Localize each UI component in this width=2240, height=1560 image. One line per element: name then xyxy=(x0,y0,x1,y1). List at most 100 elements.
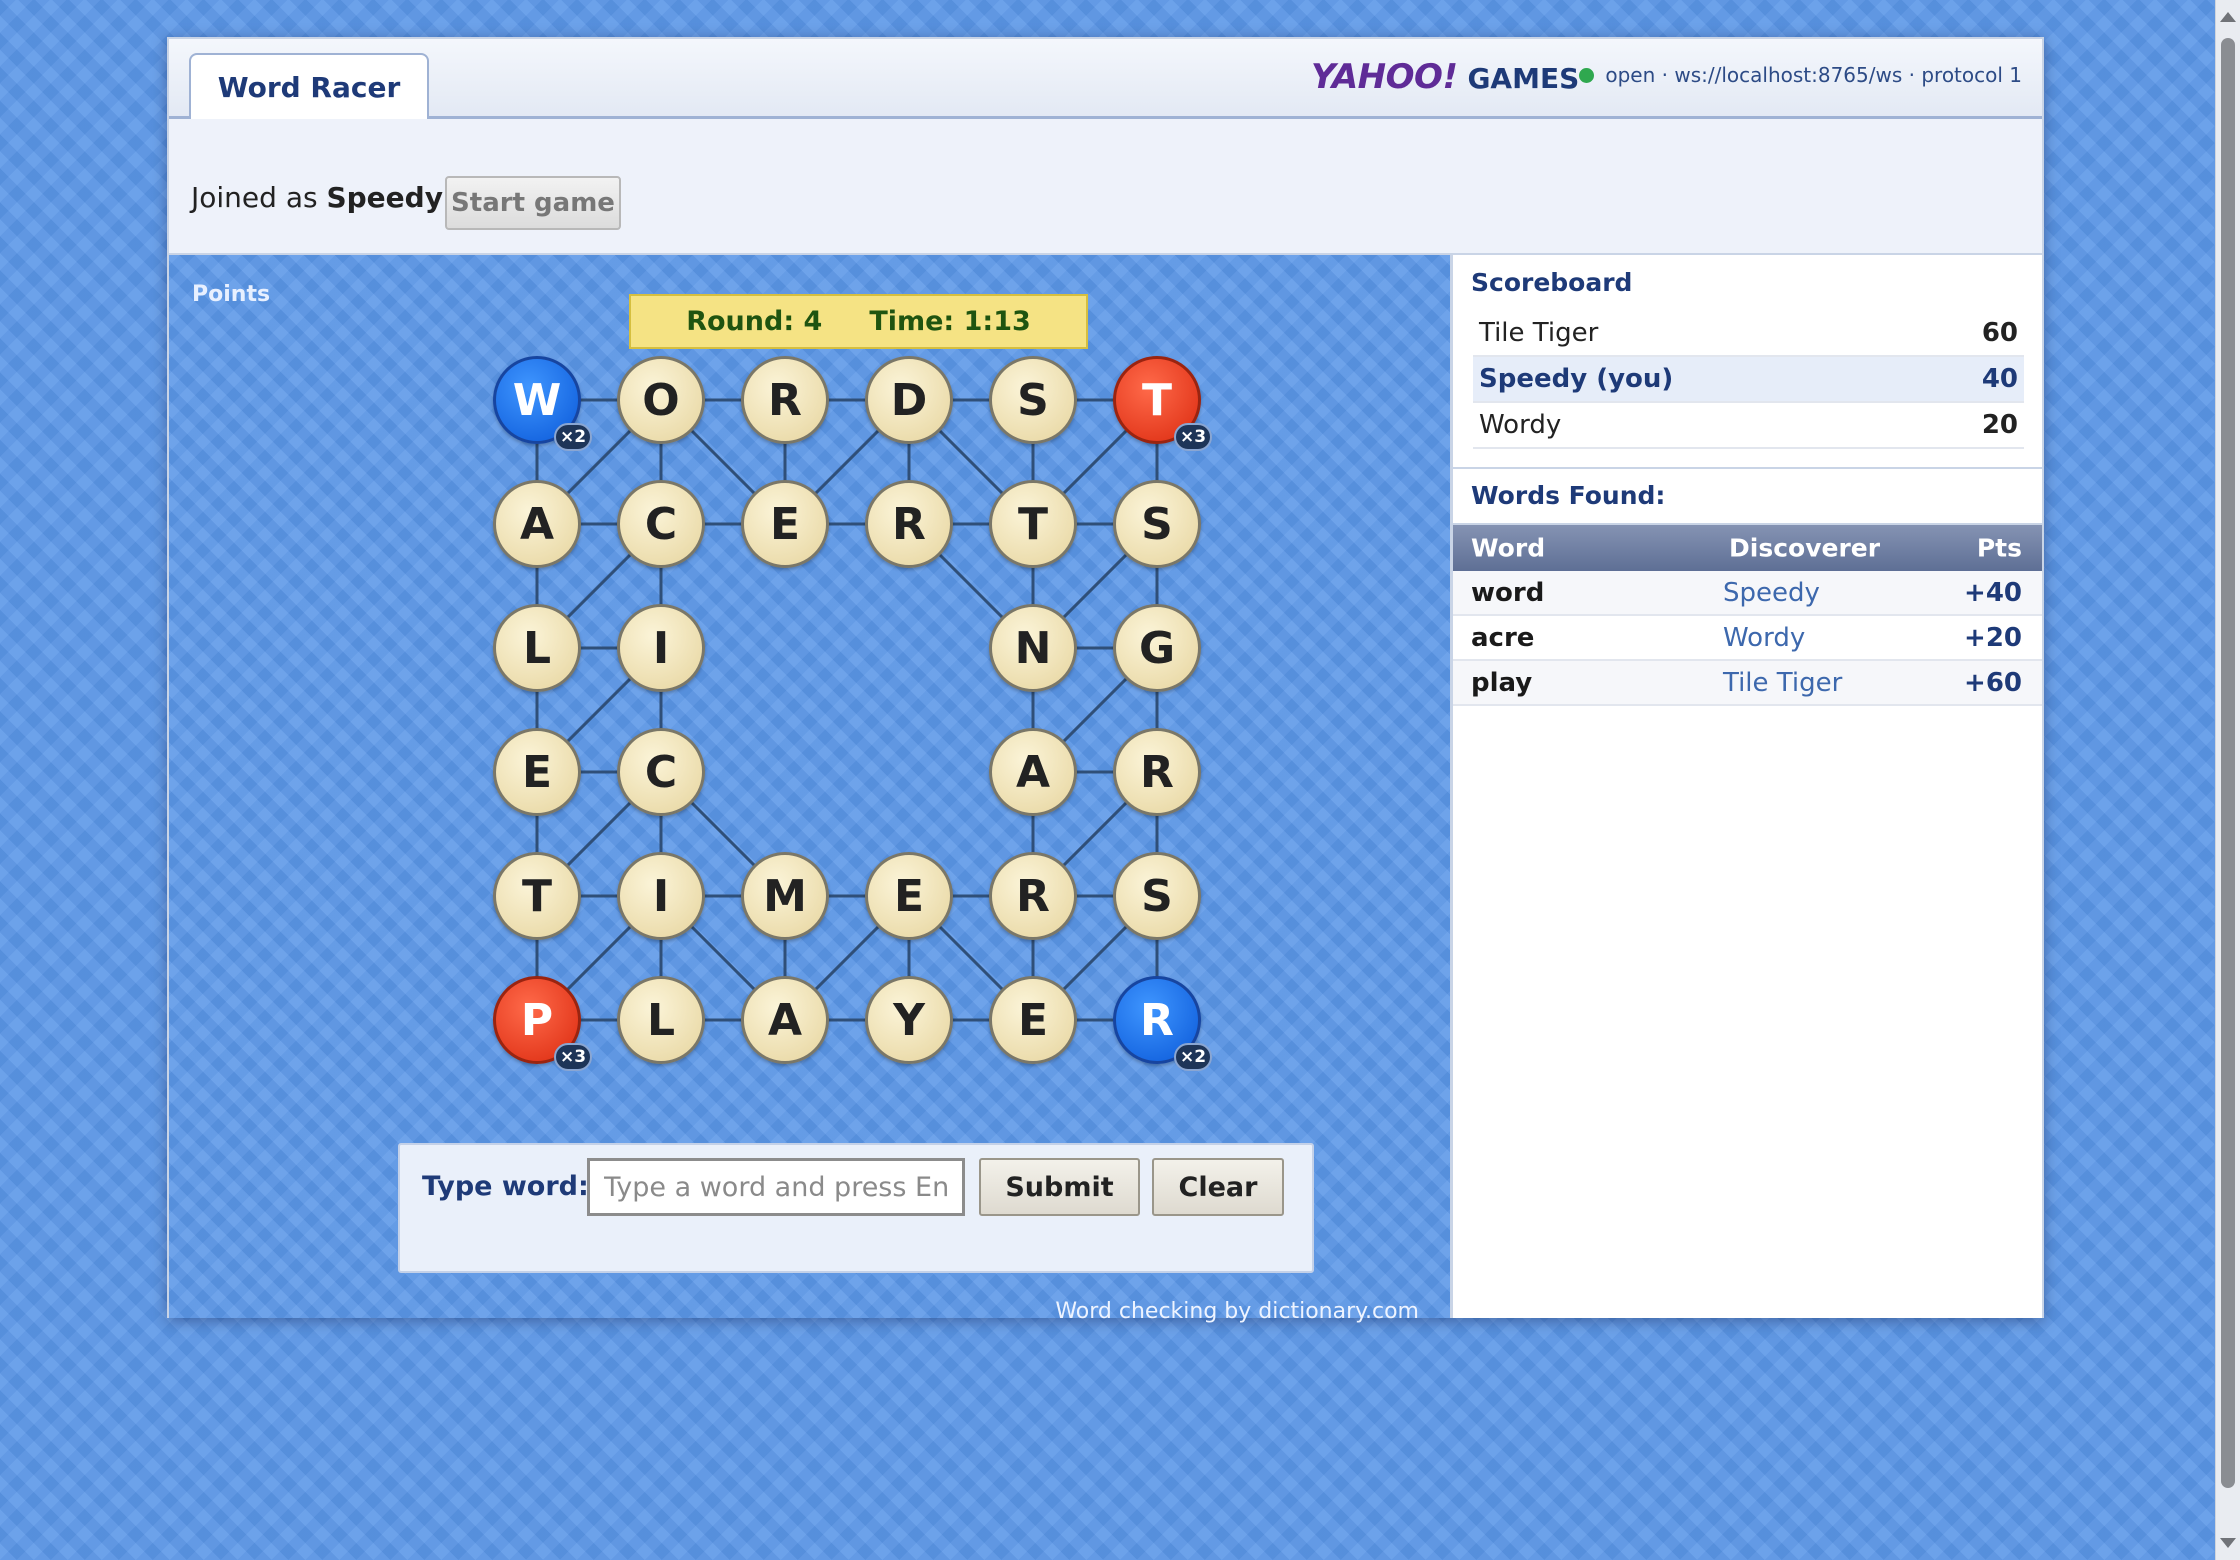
board-area: Points Round: 4 Time: 1:13 W ×2 O R D S T ×3 A C E… xyxy=(169,255,1450,1324)
tile-multiplier-badge: ×3 xyxy=(554,1043,592,1071)
letter-tile[interactable]: S xyxy=(1113,480,1201,568)
connection-status: open · ws://localhost:8765/ws · protocol… xyxy=(1579,63,2022,87)
connection-dot-icon xyxy=(1579,67,1595,83)
letter-tile[interactable]: I xyxy=(617,852,705,940)
letter-tile[interactable]: O xyxy=(617,356,705,444)
word-input[interactable] xyxy=(587,1158,965,1216)
words-table-header: Word Discoverer Pts xyxy=(1453,525,2042,571)
letter-tile[interactable]: N xyxy=(989,604,1077,692)
score-player: Speedy (you) xyxy=(1479,364,1674,394)
tile-multiplier-badge: ×2 xyxy=(554,423,592,451)
letter-tile[interactable]: R xyxy=(865,480,953,568)
letter-tile[interactable]: C xyxy=(617,480,705,568)
letter-tile[interactable]: S xyxy=(989,356,1077,444)
scoreboard-title: Scoreboard xyxy=(1471,268,1633,297)
logo-games: GAMES xyxy=(1467,62,1580,95)
tile-letter: A xyxy=(1015,746,1051,798)
connection-text: open · ws://localhost:8765/ws · protocol… xyxy=(1605,63,2022,87)
top-bar: Word Racer YAHOO! GAMES open · ws://loca… xyxy=(169,39,2042,119)
tile-letter: R xyxy=(1016,870,1050,922)
letter-tile[interactable]: M xyxy=(741,852,829,940)
letter-tile[interactable]: P ×3 xyxy=(493,976,592,1071)
tile-letter: O xyxy=(642,374,680,426)
tile-letter: S xyxy=(1141,498,1173,550)
letter-tile[interactable]: E xyxy=(741,480,829,568)
tile-letter: I xyxy=(652,622,670,674)
letter-tile[interactable]: R xyxy=(741,356,829,444)
tile-letter: E xyxy=(1017,994,1049,1046)
letter-tile[interactable]: L xyxy=(617,976,705,1064)
letter-tile[interactable]: C xyxy=(617,728,705,816)
tile-letter: I xyxy=(652,870,670,922)
tile-multiplier-badge: ×2 xyxy=(1174,1043,1212,1071)
tile-letter: L xyxy=(522,622,552,674)
tile-letter: R xyxy=(768,374,802,426)
word-cell: acre xyxy=(1471,622,1535,653)
tile-letter: C xyxy=(644,746,678,798)
score-row-self: Speedy (you) 40 xyxy=(1473,357,2024,403)
submit-button[interactable]: Submit xyxy=(979,1158,1140,1216)
discoverer-cell: Tile Tiger xyxy=(1723,667,1843,698)
start-game-button[interactable]: Start game xyxy=(445,176,621,230)
game-window: Word Racer YAHOO! GAMES open · ws://loca… xyxy=(167,37,2044,1324)
letter-tile[interactable]: Y xyxy=(865,976,953,1064)
yahoo-games-logo: YAHOO! GAMES xyxy=(1311,57,1579,97)
scroll-thumb[interactable] xyxy=(2221,38,2235,1488)
tile-letter: M xyxy=(763,870,807,922)
letter-tile[interactable]: S xyxy=(1113,852,1201,940)
letter-tile[interactable]: A xyxy=(493,480,581,568)
scroll-down-arrow-icon[interactable] xyxy=(2220,1538,2236,1548)
letter-tile[interactable]: A xyxy=(741,976,829,1064)
page-scrollbar[interactable] xyxy=(2215,0,2240,1560)
dictionary-credit: Word checking by dictionary.com xyxy=(1055,1299,1419,1324)
score-value: 20 xyxy=(1981,410,2018,440)
letter-tile[interactable]: W ×2 xyxy=(493,356,592,451)
tile-letter: T xyxy=(1017,498,1048,550)
tile-letter: R xyxy=(1140,746,1174,798)
letter-tile[interactable]: E xyxy=(493,728,581,816)
scroll-up-arrow-icon[interactable] xyxy=(2220,12,2236,22)
tile-letter: T xyxy=(521,870,552,922)
tile-letter: R xyxy=(1140,994,1174,1046)
discoverer-cell: Speedy xyxy=(1723,577,1820,608)
letter-tile[interactable]: I xyxy=(617,604,705,692)
tile-letter: S xyxy=(1141,870,1173,922)
letter-tile[interactable]: G xyxy=(1113,604,1201,692)
tab-word-racer[interactable]: Word Racer xyxy=(189,53,429,119)
word-cell: play xyxy=(1471,667,1533,698)
points-cell: +20 xyxy=(1964,622,2022,653)
logo-yahoo: YAHOO! xyxy=(1311,57,1458,97)
letter-tile[interactable]: L xyxy=(493,604,581,692)
tile-letter: L xyxy=(646,994,676,1046)
table-row: play Tile Tiger +60 xyxy=(1453,661,2042,706)
discoverer-cell: Wordy xyxy=(1723,622,1806,653)
letter-tile[interactable]: R xyxy=(989,852,1077,940)
word-cell: word xyxy=(1471,577,1545,608)
letter-tile[interactable]: T xyxy=(493,852,581,940)
clear-button[interactable]: Clear xyxy=(1152,1158,1284,1216)
score-value: 40 xyxy=(1981,364,2018,394)
joined-label: Joined as Speedy xyxy=(191,181,443,214)
tile-letter: Y xyxy=(893,994,925,1046)
tile-letter: R xyxy=(892,498,926,550)
score-player: Tile Tiger xyxy=(1479,318,1599,348)
letter-tile[interactable]: E xyxy=(865,852,953,940)
join-bar: Joined as Speedy Start game xyxy=(169,119,2042,255)
letter-tile[interactable]: D xyxy=(865,356,953,444)
words-found-title: Words Found: xyxy=(1471,481,1666,510)
score-value: 60 xyxy=(1981,318,2018,348)
tile-letter: A xyxy=(519,498,555,550)
letter-tile[interactable]: T ×3 xyxy=(1113,356,1212,451)
tile-letter: D xyxy=(890,374,928,426)
letter-tile[interactable]: T xyxy=(989,480,1077,568)
letter-tile[interactable]: R ×2 xyxy=(1113,976,1212,1071)
column-discoverer: Discoverer xyxy=(1729,533,1881,563)
letter-tile[interactable]: E xyxy=(989,976,1077,1064)
tile-multiplier-badge: ×3 xyxy=(1174,423,1212,451)
letter-tile[interactable]: R xyxy=(1113,728,1201,816)
tile-letter: T xyxy=(1141,374,1172,426)
tile-letter: S xyxy=(1017,374,1049,426)
tile-letter: E xyxy=(521,746,553,798)
letter-tile[interactable]: A xyxy=(989,728,1077,816)
tile-letter: W xyxy=(512,374,562,426)
